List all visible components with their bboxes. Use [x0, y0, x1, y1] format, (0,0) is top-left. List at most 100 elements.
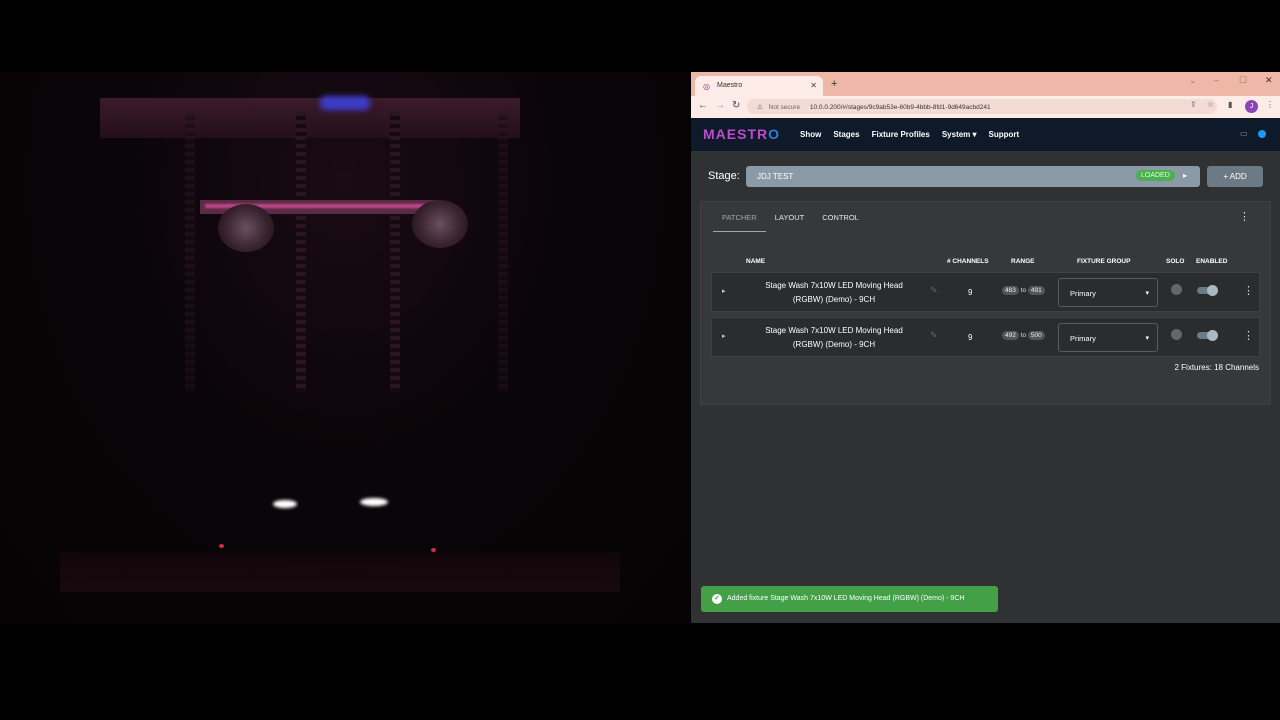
share-icon[interactable]: ⇪ [1190, 100, 1197, 109]
column-header-enabled: ENABLED [1196, 258, 1228, 265]
security-label: Not secure [768, 104, 801, 111]
range-to: to [1020, 332, 1027, 339]
red-indicator [431, 548, 436, 552]
avatar[interactable]: J [1245, 100, 1258, 113]
kebab-menu-icon[interactable]: ⋮ [1243, 284, 1254, 297]
url-text: 10.0.0.200/#/stages/9c9ab53e-60b9-4bbb-8… [809, 104, 991, 111]
menu-item-show[interactable]: Show [800, 130, 821, 139]
chevron-right-icon[interactable]: ▸ [1183, 171, 1187, 180]
truss-pole [296, 112, 306, 392]
connection-status-icon [1258, 130, 1266, 138]
truss-top [100, 98, 520, 138]
fixture-group-select[interactable]: Primary ▾ [1058, 278, 1158, 307]
app-navbar: MAESTRO Show Stages Fixture Profiles Sys… [691, 118, 1280, 151]
stage-floor [60, 552, 620, 592]
address-bar: ← → ↻ ⚠ Not secure 10.0.0.200/#/stages/9… [691, 96, 1280, 118]
maestro-favicon-icon: ◎ [703, 82, 710, 91]
tab-list: PATCHER LAYOUT CONTROL [713, 202, 868, 232]
fixture-name-line: Stage Wash 7x10W LED Moving Head [765, 326, 903, 335]
maximize-icon[interactable]: ☐ [1239, 75, 1247, 86]
table-row: ▸ Stage Wash 7x10W LED Moving Head (RGBW… [711, 317, 1260, 357]
column-header-channels: # CHANNELS [947, 258, 989, 265]
pencil-icon[interactable]: ✎ [930, 330, 938, 341]
add-button[interactable]: + ADD [1207, 166, 1263, 187]
close-icon[interactable]: ✕ [810, 81, 817, 90]
check-circle-icon: ✓ [712, 594, 722, 604]
column-header-range: RANGE [1011, 258, 1035, 265]
logo-text: MAESTR [703, 126, 769, 142]
expand-icon[interactable]: ▸ [722, 287, 726, 295]
range-to: to [1020, 287, 1027, 294]
caret-down-icon: ▾ [1145, 335, 1149, 342]
status-badge: LOADED [1136, 170, 1175, 181]
lightbulb-icon[interactable] [1171, 329, 1182, 340]
channel-count: 9 [968, 333, 973, 342]
truss-pole [390, 112, 400, 392]
enabled-toggle[interactable] [1197, 330, 1218, 341]
maestro-logo[interactable]: MAESTRO [703, 126, 780, 142]
browser-tab[interactable]: ◎ Maestro ✕ [695, 76, 823, 96]
stage-select[interactable]: JDJ TEST LOADED ▸ [746, 166, 1200, 187]
fixture-group-select[interactable]: Primary ▾ [1058, 323, 1158, 352]
column-header-solo: SOLO [1166, 258, 1185, 265]
kebab-menu-icon[interactable]: ⋮ [1239, 210, 1250, 223]
tab-layout[interactable]: LAYOUT [766, 202, 813, 232]
patcher-card: PATCHER LAYOUT CONTROL ⋮ NAME # CHANNELS… [700, 201, 1271, 405]
caret-down-icon: ▾ [1145, 290, 1149, 297]
back-icon[interactable]: ← [698, 100, 708, 111]
tab-patcher[interactable]: PATCHER [713, 202, 766, 232]
fixture-name-line: Stage Wash 7x10W LED Moving Head [765, 281, 903, 290]
red-indicator [219, 544, 224, 548]
chevron-down-icon[interactable]: ⌄ [1189, 75, 1197, 86]
range-end: 500 [1027, 331, 1045, 340]
light-spot [273, 500, 297, 508]
blue-light [320, 96, 370, 110]
fixture-summary: 2 Fixtures: 18 Channels [1174, 363, 1260, 372]
range-start: 483 [1002, 286, 1019, 295]
menu-item-support[interactable]: Support [989, 130, 1020, 139]
range-end: 491 [1027, 286, 1045, 295]
forward-icon[interactable]: → [715, 100, 725, 111]
fixture-name: Stage Wash 7x10W LED Moving Head (RGBW) … [756, 324, 912, 352]
stage-name: JDJ TEST [757, 172, 794, 181]
moving-head-left [218, 204, 274, 252]
channel-count: 9 [968, 288, 973, 297]
toast-message: Added fixture Stage Wash 7x10W LED Movin… [727, 595, 965, 602]
stage-label: Stage: [708, 170, 740, 182]
star-icon[interactable]: ☆ [1207, 100, 1214, 109]
sidebar-icon[interactable]: ▮ [1228, 100, 1232, 109]
column-header-fixture-group: FIXTURE GROUP [1077, 258, 1131, 265]
success-toast: ✓ Added fixture Stage Wash 7x10W LED Mov… [701, 586, 998, 612]
menu-item-stages[interactable]: Stages [833, 130, 859, 139]
screen: ◎ Maestro ✕ + ⌄ – ☐ ✕ ← → ↻ ⚠ Not secure… [0, 0, 1280, 720]
controller-icon[interactable]: ▭ [1240, 129, 1248, 138]
lightbulb-icon[interactable] [1171, 284, 1182, 295]
url-input[interactable]: ⚠ Not secure 10.0.0.200/#/stages/9c9ab53… [747, 99, 1217, 114]
truss-pole [185, 112, 195, 392]
menu-item-fixture-profiles[interactable]: Fixture Profiles [872, 130, 930, 139]
close-window-icon[interactable]: ✕ [1265, 75, 1273, 86]
camera-feed [0, 72, 690, 624]
channel-range: 483 to 491 [1002, 286, 1045, 295]
pencil-icon[interactable]: ✎ [930, 285, 938, 296]
expand-icon[interactable]: ▸ [722, 332, 726, 340]
tab-title: Maestro [717, 82, 743, 89]
kebab-menu-icon[interactable]: ⋮ [1243, 329, 1254, 342]
column-header-name: NAME [746, 258, 766, 265]
fixture-name: Stage Wash 7x10W LED Moving Head (RGBW) … [756, 279, 912, 307]
warning-icon: ⚠ [757, 104, 763, 111]
fixture-name-line: (RGBW) (Demo) - 9CH [792, 295, 876, 304]
minimize-icon[interactable]: – [1214, 75, 1219, 85]
main-menu: Show Stages Fixture Profiles System ▾ Su… [800, 130, 1019, 139]
reload-icon[interactable]: ↻ [732, 100, 740, 111]
fixture-group-value: Primary [1070, 289, 1096, 298]
range-start: 492 [1002, 331, 1019, 340]
tab-control[interactable]: CONTROL [813, 202, 868, 232]
logo-text-o: O [768, 126, 781, 142]
menu-item-system[interactable]: System ▾ [942, 130, 977, 139]
enabled-toggle[interactable] [1197, 285, 1218, 296]
fixture-group-value: Primary [1070, 334, 1096, 343]
kebab-menu-icon[interactable]: ⋮ [1266, 100, 1274, 109]
light-spot [360, 498, 388, 506]
new-tab-icon[interactable]: + [831, 78, 837, 90]
